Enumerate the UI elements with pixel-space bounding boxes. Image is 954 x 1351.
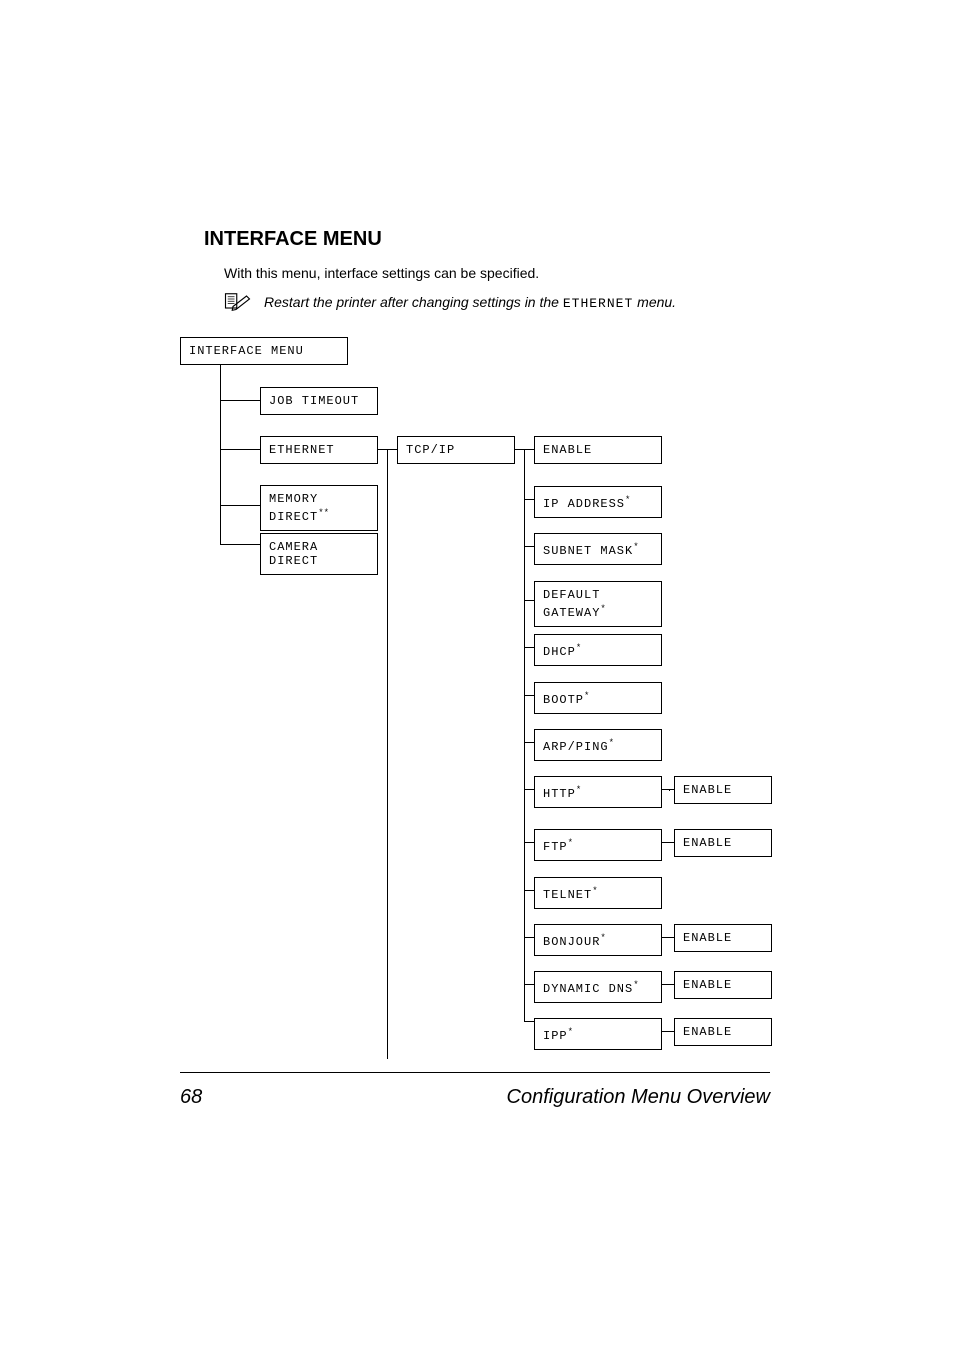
section-heading: INTERFACE MENU — [204, 228, 780, 251]
box-bootp: BOOTP* — [534, 682, 662, 714]
box-memory-direct: MEMORY DIRECT** — [260, 485, 378, 531]
box-subnet-mask: SUBNET MASK* — [534, 533, 662, 565]
note-row: Restart the printer after changing setti… — [224, 291, 780, 313]
note-text: Restart the printer after changing setti… — [264, 294, 676, 311]
box-ftp-enable: ENABLE — [674, 829, 772, 857]
box-default-gateway: DEFAULT GATEWAY* — [534, 581, 662, 627]
box-ipp: IPP* — [534, 1018, 662, 1050]
intro-text: With this menu, interface settings can b… — [224, 265, 780, 281]
box-ethernet: ETHERNET — [260, 436, 378, 464]
box-arp-ping: ARP/PING* — [534, 729, 662, 761]
page-footer: 68 Configuration Menu Overview — [180, 1086, 770, 1109]
page-number: 68 — [180, 1086, 202, 1109]
box-telnet: TELNET* — [534, 877, 662, 909]
box-http-enable: ENABLE — [674, 776, 772, 804]
note-icon — [224, 291, 254, 313]
box-http: HTTP* — [534, 776, 662, 808]
box-bonjour: BONJOUR* — [534, 924, 662, 956]
box-ip-address: IP ADDRESS* — [534, 486, 662, 518]
box-tcpip: TCP/IP — [397, 436, 515, 464]
box-dynamic-dns: DYNAMIC DNS* — [534, 971, 662, 1003]
box-dhcp: DHCP* — [534, 634, 662, 666]
box-bonjour-enable: ENABLE — [674, 924, 772, 952]
menu-diagram: INTERFACE MENU JOB TIMEOUT ETHERNET MEMO… — [180, 337, 780, 1077]
box-dynamicdns-enable: ENABLE — [674, 971, 772, 999]
box-enable: ENABLE — [534, 436, 662, 464]
box-ipp-enable: ENABLE — [674, 1018, 772, 1046]
box-job-timeout: JOB TIMEOUT — [260, 387, 378, 415]
footer-divider — [180, 1072, 770, 1073]
footer-title: Configuration Menu Overview — [507, 1086, 770, 1109]
box-ftp: FTP* — [534, 829, 662, 861]
box-camera-direct: CAMERA DIRECT — [260, 533, 378, 575]
box-interface-menu: INTERFACE MENU — [180, 337, 348, 365]
